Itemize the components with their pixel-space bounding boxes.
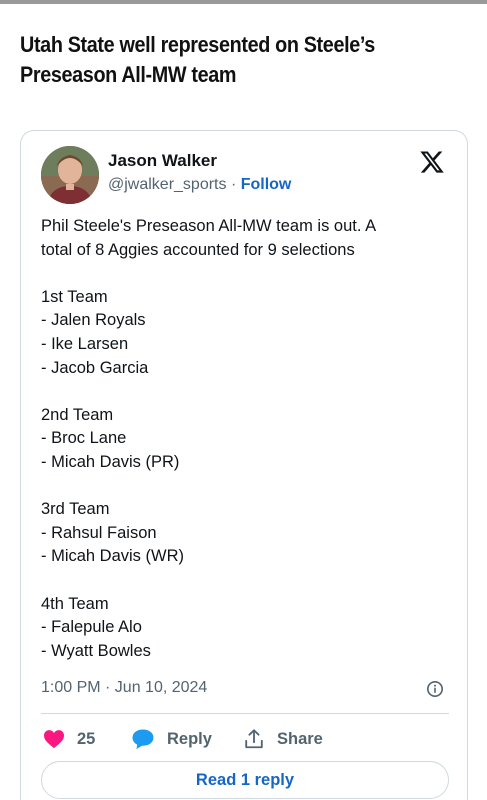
tweet-line: - Jalen Royals xyxy=(41,311,146,330)
reply-button[interactable]: Reply xyxy=(131,725,212,753)
read-replies-button[interactable]: Read 1 reply xyxy=(41,761,449,799)
headline-line-2: Preseason All-MW team xyxy=(20,62,237,87)
info-icon[interactable] xyxy=(426,680,444,698)
tweet-line: - Broc Lane xyxy=(41,429,127,448)
tweet-line: - Wyatt Bowles xyxy=(41,641,151,660)
tweet-line: - Micah Davis (PR) xyxy=(41,452,180,471)
reply-label: Reply xyxy=(167,729,212,748)
tweet-line: - Falepule Alo xyxy=(41,618,142,637)
follow-button[interactable]: Follow xyxy=(241,176,292,193)
like-button[interactable]: 25 xyxy=(43,725,95,753)
tweet-text: Phil Steele's Preseason All-MW team is o… xyxy=(41,215,451,663)
author-handle[interactable]: @jwalker_sports xyxy=(108,176,227,193)
heart-icon xyxy=(44,730,64,749)
embedded-tweet-card[interactable]: Jason Walker @jwalker_sports · Follow Ph… xyxy=(20,130,468,800)
speech-bubble-icon xyxy=(132,729,154,749)
headline-line-1: Utah State well represented on Steele’s xyxy=(20,32,375,57)
avatar[interactable] xyxy=(41,146,99,204)
tweet-line-gap xyxy=(41,380,451,404)
top-divider xyxy=(0,0,487,4)
tweet-line: 1st Team xyxy=(41,287,108,306)
actions-divider xyxy=(41,713,449,714)
tweet-line: 3rd Team xyxy=(41,500,110,519)
like-count: 25 xyxy=(77,729,96,748)
tweet-line: Phil Steele's Preseason All-MW team is o… xyxy=(41,217,377,235)
avatar-photo xyxy=(41,146,99,204)
article-headline: Utah State well represented on Steele’s … xyxy=(20,30,416,90)
tweet-line-gap xyxy=(41,262,451,286)
tweet-line: total of 8 Aggies accounted for 9 select… xyxy=(41,240,355,259)
author-name[interactable]: Jason Walker xyxy=(108,151,217,171)
tweet-line: - Micah Davis (WR) xyxy=(41,547,184,566)
tweet-line: - Jacob Garcia xyxy=(41,358,149,377)
share-upload-icon xyxy=(245,729,263,749)
handle-separator: · xyxy=(226,176,241,193)
tweet-line: 2nd Team xyxy=(41,405,114,424)
share-button[interactable]: Share xyxy=(243,725,323,753)
share-label: Share xyxy=(277,729,323,748)
tweet-actions: 25 Reply Share xyxy=(41,725,451,753)
tweet-line: - Ike Larsen xyxy=(41,334,129,353)
x-logo-icon[interactable] xyxy=(419,149,445,175)
tweet-line-gap xyxy=(41,475,451,499)
tweet-line: 4th Team xyxy=(41,594,109,613)
tweet-timestamp[interactable]: 1:00 PM · Jun 10, 2024 xyxy=(41,679,207,697)
tweet-line: - Rahsul Faison xyxy=(41,523,157,542)
author-handle-row: @jwalker_sports · Follow xyxy=(108,176,291,194)
tweet-line-gap xyxy=(41,569,451,593)
